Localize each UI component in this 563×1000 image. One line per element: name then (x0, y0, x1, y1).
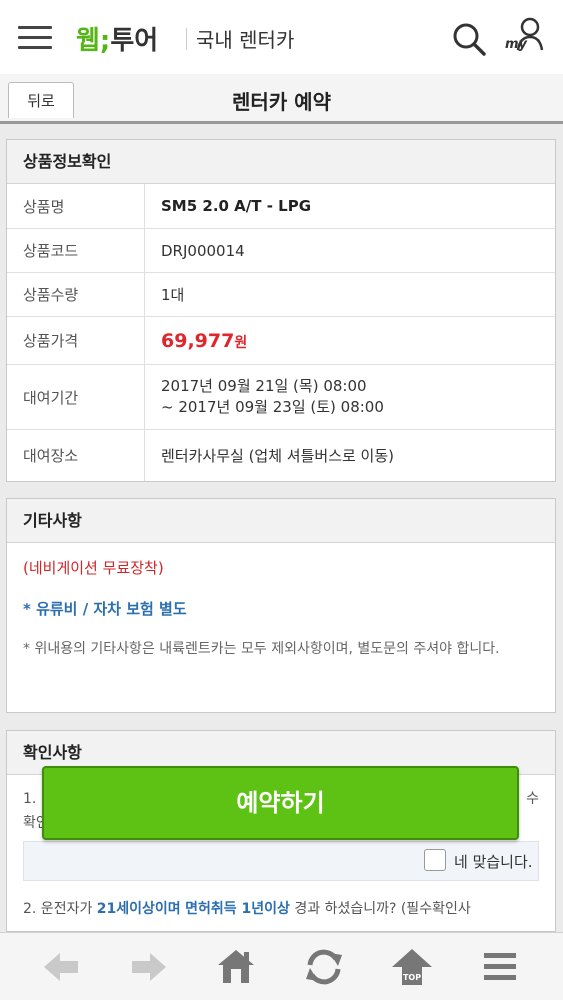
etc-note: * 위내용의 기타사항은 내륙렌트카는 모두 제외사항이며, 별도문의 주셔야 … (23, 641, 500, 657)
table-row: 상품가격 69,977원 (7, 317, 555, 365)
header-subtitle: 국내 렌터카 (196, 28, 295, 52)
logo[interactable]: 웹;투어 (76, 20, 158, 57)
agree-row-1: 네 맞습니다. (23, 841, 539, 881)
table-row: 대여기간 2017년 09월 21일 (목) 08:00 ~ 2017년 09월… (7, 365, 555, 430)
navigation-notice: (네비게이션 무료장착) (23, 559, 164, 577)
question-1-end: 수 (526, 791, 539, 807)
product-code-label: 상품코드 (7, 229, 145, 272)
product-code-value: DRJ000014 (161, 241, 245, 260)
etc-section: 기타사항 (네비게이션 무료장착) * 유류비 / 자차 보험 별도 * 위내용… (6, 498, 556, 713)
rental-period-value: 2017년 09월 21일 (목) 08:00 ~ 2017년 09월 23일 … (145, 365, 555, 429)
etc-heading: 기타사항 (7, 499, 555, 543)
back-arrow-icon[interactable] (40, 947, 84, 987)
rental-place-label: 대여장소 (7, 430, 145, 481)
back-button[interactable]: 뒤로 (8, 82, 74, 118)
product-price-value: 69,977원 (145, 317, 555, 364)
product-name-label: 상품명 (7, 184, 145, 228)
product-info-section: 상품정보확인 상품명 SM5 2.0 A/T - LPG 상품코드 DRJ000… (6, 139, 556, 482)
license-requirement: 면허취득 1년이상 (185, 901, 290, 917)
age-requirement: 21세이상이며 (96, 901, 181, 917)
price-unit: 원 (234, 334, 248, 351)
product-qty-label: 상품수량 (7, 273, 145, 316)
header-divider (186, 28, 187, 50)
insurance-notice: * 유류비 / 자차 보험 별도 (23, 600, 187, 618)
product-qty-value: 1대 (161, 286, 185, 304)
product-price-label: 상품가격 (7, 317, 145, 364)
question-2: 2. 운전자가 21세이상이며 면허취득 1년이상 경과 하셨습니까? (필수확… (23, 901, 471, 917)
product-info-heading: 상품정보확인 (7, 140, 555, 184)
agree-checkbox-1[interactable] (424, 849, 446, 871)
reserve-button[interactable]: 예약하기 (42, 766, 519, 840)
scroll-top-button[interactable]: TOP (390, 947, 434, 987)
table-row: 상품코드 DRJ000014 (7, 229, 555, 273)
rental-period-end: ~ 2017년 09월 23일 (토) 08:00 (161, 398, 384, 416)
page-title: 렌터카 예약 (232, 90, 331, 114)
question-1-start: 1. (23, 791, 37, 807)
agree-label-1[interactable]: 네 맞습니다. (454, 851, 533, 872)
search-icon[interactable] (452, 22, 486, 56)
table-row: 상품명 SM5 2.0 A/T - LPG (7, 184, 555, 229)
rental-place-value: 렌터카사무실 (업체 셔틀버스로 이동) (161, 447, 395, 465)
my-label[interactable]: my (505, 37, 527, 52)
menu-lines-icon[interactable] (478, 947, 522, 987)
home-icon[interactable] (214, 947, 258, 987)
rental-period-label: 대여기간 (7, 365, 145, 429)
menu-icon[interactable] (18, 26, 52, 49)
forward-arrow-icon[interactable] (126, 947, 170, 987)
refresh-icon[interactable] (302, 947, 346, 987)
rental-period-start: 2017년 09월 21일 (목) 08:00 (161, 377, 367, 395)
app-header: 웹;투어 국내 렌터카 my (0, 0, 563, 74)
product-name-value: SM5 2.0 A/T - LPG (161, 197, 312, 215)
table-row: 대여장소 렌터카사무실 (업체 셔틀버스로 이동) (7, 430, 555, 481)
bottom-nav-bar: TOP (0, 932, 563, 1000)
table-row: 상품수량 1대 (7, 273, 555, 317)
top-label: TOP (402, 973, 422, 982)
title-bar: 렌터카 예약 뒤로 (0, 74, 563, 124)
price-amount: 69,977 (161, 329, 235, 352)
